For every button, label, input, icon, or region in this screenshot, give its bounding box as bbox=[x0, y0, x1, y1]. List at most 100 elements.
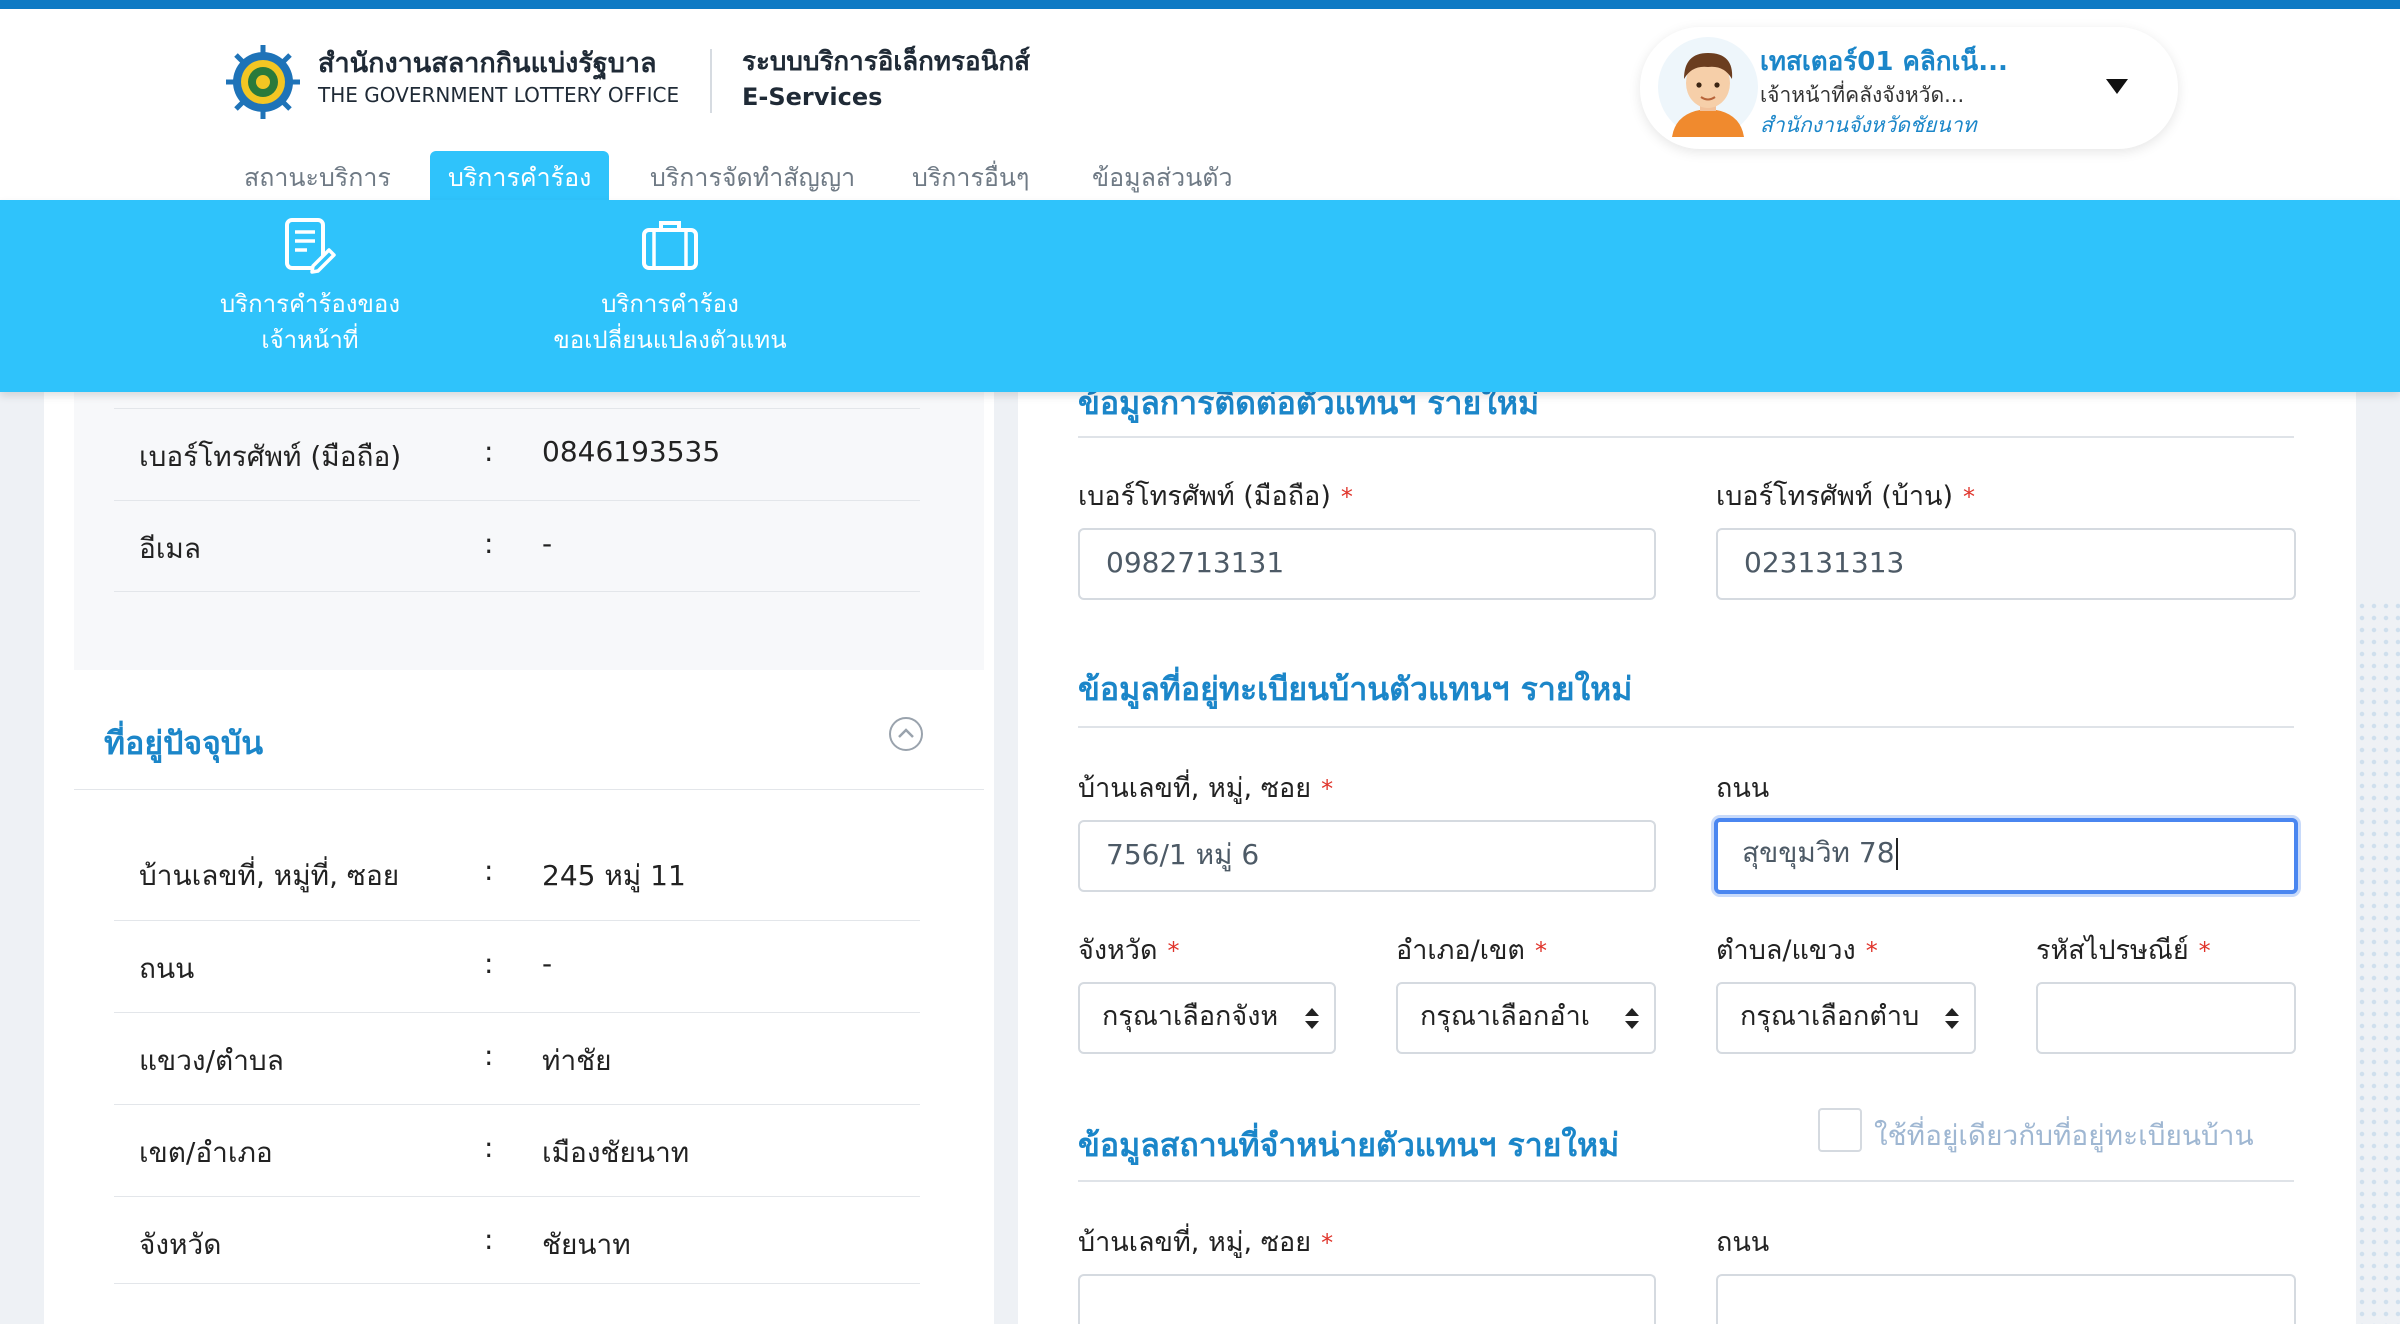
province-label: จังหวัด * bbox=[1078, 928, 1180, 971]
home-phone-label-text: เบอร์โทรศัพท์ (บ้าน) bbox=[1716, 481, 1954, 512]
user-menu[interactable]: เทสเตอร์01 คลิกเน็... เจ้าหน้าที่คลังจัง… bbox=[1640, 27, 2178, 149]
required-mark: * bbox=[1321, 775, 1334, 803]
address-row-value: - bbox=[542, 947, 553, 980]
address-row-road: ถนน : - bbox=[114, 920, 920, 1012]
required-mark: * bbox=[1340, 483, 1353, 511]
address-row-separator: : bbox=[484, 1039, 494, 1072]
province-select-value: กรุณาเลือกจังห bbox=[1102, 1001, 1279, 1032]
postal-code-label-text: รหัสไปรษณีย์ bbox=[2036, 935, 2189, 966]
info-row-email: อีเมล : - bbox=[114, 500, 920, 592]
house-no-input[interactable]: 756/1 หมู่ 6 bbox=[1078, 820, 1656, 892]
shop-house-no-input[interactable] bbox=[1078, 1274, 1656, 1324]
province-label-text: จังหวัด bbox=[1078, 935, 1158, 966]
section-divider bbox=[1078, 436, 2294, 438]
user-avatar bbox=[1658, 37, 1758, 137]
subnav-change-agent-line1: บริการคำร้อง bbox=[601, 290, 739, 318]
current-address-title: ที่อยู่ปัจจุบัน bbox=[104, 724, 264, 762]
subdistrict-select[interactable]: กรุณาเลือกตำบ bbox=[1716, 982, 1976, 1054]
mobile-label: เบอร์โทรศัพท์ (มือถือ) * bbox=[1078, 474, 1353, 517]
postal-code-input[interactable] bbox=[2036, 982, 2296, 1054]
header-divider bbox=[710, 49, 712, 113]
address-row-label: บ้านเลขที่, หมู่ที่, ซอย bbox=[139, 859, 400, 892]
subdistrict-label: ตำบล/แขวง * bbox=[1716, 928, 1878, 971]
dropdown-caret-icon[interactable] bbox=[2106, 79, 2128, 94]
subnav-staff-requests-line1: บริการคำร้องของ bbox=[219, 290, 401, 318]
user-role: เจ้าหน้าที่คลังจังหวัด... bbox=[1760, 83, 1965, 107]
select-arrows-icon bbox=[1624, 1008, 1640, 1030]
user-office: สำนักงานจังหวัดชัยนาท bbox=[1760, 113, 1977, 137]
district-label: อำเภอ/เขต * bbox=[1396, 928, 1547, 971]
info-row-label: เบอร์โทรศัพท์ (มือถือ) bbox=[139, 440, 402, 473]
address-row-separator: : bbox=[484, 947, 494, 980]
same-address-label[interactable]: ใช้ที่อยู่เดียวกับที่อยู่ทะเบียนบ้าน bbox=[1874, 1114, 2254, 1158]
address-row-house-no: บ้านเลขที่, หมู่ที่, ซอย : 245 หมู่ 11 bbox=[114, 828, 920, 920]
house-no-label: บ้านเลขที่, หมู่, ซอย * bbox=[1078, 766, 1333, 809]
subnav-staff-requests[interactable]: บริการคำร้องของ เจ้าหน้าที่ bbox=[210, 216, 410, 358]
collapse-up-icon[interactable] bbox=[888, 716, 924, 752]
section-title-registered-address: ข้อมูลที่อยู่ทะเบียนบ้านตัวแทนฯ รายใหม่ bbox=[1078, 670, 1633, 708]
district-select[interactable]: กรุณาเลือกอำเ bbox=[1396, 982, 1656, 1054]
address-row-value: ท่าชัย bbox=[542, 1044, 612, 1077]
section-title-shop-location: ข้อมูลสถานที่จำหน่ายตัวแทนฯ รายใหม่ bbox=[1078, 1126, 1620, 1164]
section-divider bbox=[1078, 1180, 2294, 1182]
address-row-subdistrict: แขวง/ตำบล : ท่าชัย bbox=[114, 1012, 920, 1104]
mobile-label-text: เบอร์โทรศัพท์ (มือถือ) bbox=[1078, 481, 1331, 512]
info-row-value: - bbox=[542, 527, 553, 560]
road-input-value: สุขขุมวิท 78 bbox=[1742, 836, 1895, 869]
document-edit-icon bbox=[285, 218, 336, 274]
info-row-label: อีเมล bbox=[139, 532, 202, 565]
address-row-label: จังหวัด bbox=[139, 1228, 222, 1261]
shop-road-input[interactable] bbox=[1716, 1274, 2296, 1324]
subnav-change-agent-line2: ขอเปลี่ยนแปลงตัวแทน bbox=[553, 326, 787, 354]
subdistrict-label-text: ตำบล/แขวง bbox=[1716, 935, 1856, 966]
address-row-district: เขต/อำเภอ : เมืองชัยนาท bbox=[114, 1104, 920, 1196]
info-row-value: 0846193535 bbox=[542, 435, 721, 468]
system-name-english: E-Services bbox=[742, 83, 883, 111]
address-row-label: เขต/อำเภอ bbox=[139, 1136, 273, 1169]
system-name-thai: ระบบบริการอิเล็กทรอนิกส์ bbox=[742, 47, 1030, 77]
address-row-value: 245 หมู่ 11 bbox=[542, 859, 686, 892]
shop-house-no-label: บ้านเลขที่, หมู่, ซอย * bbox=[1078, 1220, 1333, 1263]
province-select[interactable]: กรุณาเลือกจังห bbox=[1078, 982, 1336, 1054]
postal-code-label: รหัสไปรษณีย์ * bbox=[2036, 928, 2211, 971]
required-mark: * bbox=[1865, 937, 1878, 965]
subdistrict-select-value: กรุณาเลือกตำบ bbox=[1740, 1001, 1920, 1032]
required-mark: * bbox=[1963, 483, 1976, 511]
org-name-thai: สำนักงานสลากกินแบ่งรัฐบาล bbox=[318, 48, 657, 79]
background-dot-pattern bbox=[2356, 600, 2400, 1324]
required-mark: * bbox=[1534, 937, 1547, 965]
address-row-label: ถนน bbox=[139, 952, 195, 985]
org-name-english: THE GOVERNMENT LOTTERY OFFICE bbox=[318, 83, 680, 107]
same-address-checkbox[interactable] bbox=[1818, 1108, 1862, 1152]
text-cursor bbox=[1895, 838, 1898, 870]
info-row-separator: : bbox=[484, 527, 494, 560]
top-accent-strip bbox=[0, 0, 2400, 9]
shop-house-no-label-text: บ้านเลขที่, หมู่, ซอย bbox=[1078, 1227, 1312, 1258]
subnav-change-agent-requests[interactable]: บริการคำร้อง ขอเปลี่ยนแปลงตัวแทน bbox=[550, 216, 790, 358]
address-row-value: เมืองชัยนาท bbox=[542, 1136, 690, 1169]
shop-road-label: ถนน bbox=[1716, 1227, 1770, 1258]
home-phone-input[interactable]: 023131313 bbox=[1716, 528, 2296, 600]
select-arrows-icon bbox=[1944, 1008, 1960, 1030]
district-label-text: อำเภอ/เขต bbox=[1396, 935, 1525, 966]
select-arrows-icon bbox=[1304, 1008, 1320, 1030]
address-row-province: จังหวัด : ชัยนาท bbox=[114, 1196, 920, 1284]
emblem-logo bbox=[226, 45, 300, 119]
briefcase-icon bbox=[642, 221, 698, 270]
site-header: สำนักงานสลากกินแบ่งรัฐบาล THE GOVERNMENT… bbox=[0, 9, 2400, 209]
road-input[interactable]: สุขขุมวิท 78 bbox=[1714, 818, 2298, 894]
address-row-label: แขวง/ตำบล bbox=[139, 1044, 284, 1077]
user-name: เทสเตอร์01 คลิกเน็... bbox=[1760, 47, 2008, 77]
required-mark: * bbox=[2198, 937, 2211, 965]
mobile-input[interactable]: 0982713131 bbox=[1078, 528, 1656, 600]
address-row-separator: : bbox=[484, 1223, 494, 1256]
road-label: ถนน bbox=[1716, 773, 1770, 804]
sub-navigation-bar: บริการคำร้องของ เจ้าหน้าที่ บริการคำร้อง… bbox=[0, 200, 2400, 392]
current-address-header: ที่อยู่ปัจจุบัน bbox=[74, 680, 984, 790]
required-mark: * bbox=[1321, 1229, 1334, 1257]
info-row-mobile: เบอร์โทรศัพท์ (มือถือ) : 0846193535 bbox=[114, 408, 920, 500]
section-divider bbox=[1078, 726, 2294, 728]
address-row-separator: : bbox=[484, 854, 494, 887]
home-phone-label: เบอร์โทรศัพท์ (บ้าน) * bbox=[1716, 474, 1975, 517]
address-row-value: ชัยนาท bbox=[542, 1228, 631, 1261]
